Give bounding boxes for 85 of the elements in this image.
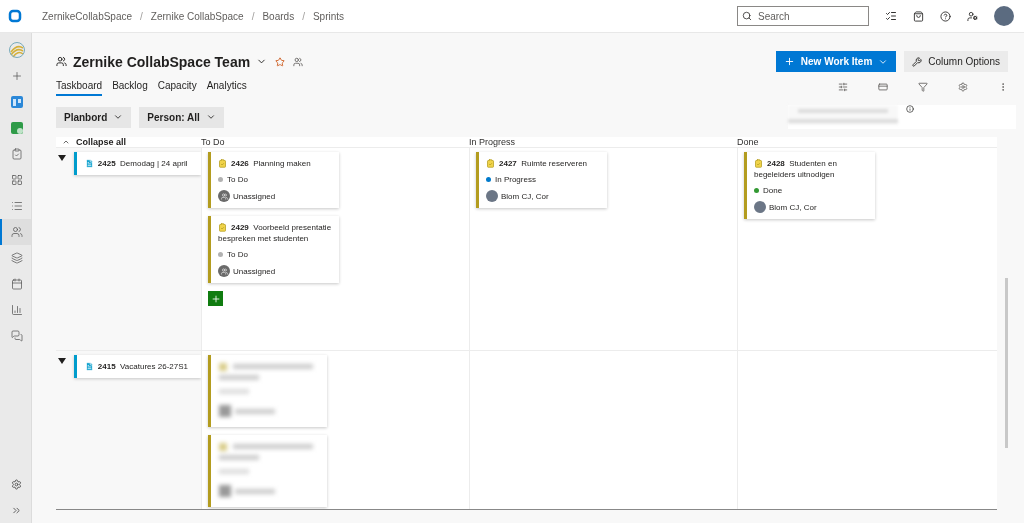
breadcrumb-separator: / (251, 10, 255, 22)
tab[interactable]: Capacity (157, 78, 197, 96)
task-card[interactable]: 2427 Ruimte reserveren In Progress Blom CJ, Cor (476, 152, 607, 208)
task-card[interactable]: 2428 Studenten en begeleiders uitnodigen Done Blom CJ, Cor (744, 152, 875, 219)
expand-triangle-icon[interactable] (58, 357, 66, 365)
chevron-icon (113, 112, 124, 122)
card-status: To Do (218, 175, 334, 184)
task-clipboard-icon (218, 159, 227, 168)
breadcrumb-link[interactable]: Zernike CollabSpace (150, 10, 244, 22)
nav-icon[interactable] (10, 330, 23, 342)
project-logo-icon[interactable] (8, 42, 25, 58)
breadcrumb-link[interactable]: Sprints (312, 10, 345, 22)
card-assignee: Unassigned (218, 190, 334, 202)
card-title: 2427 Ruimte reserveren (486, 158, 602, 169)
column-header: In Progress (469, 137, 517, 147)
column-header: Done (737, 137, 760, 147)
expand-triangle-icon[interactable] (58, 154, 66, 162)
card-assignee: Blom CJ, Cor (754, 201, 870, 213)
avatar (754, 201, 766, 213)
filter-icon[interactable] (918, 82, 928, 92)
column-options-button[interactable]: Column Options (904, 51, 1008, 72)
breadcrumb-link[interactable]: ZernikeCollabSpace (42, 10, 133, 22)
card-assignee: Unassigned (218, 265, 334, 277)
nav-icon[interactable] (10, 200, 23, 212)
logo-icon[interactable] (8, 9, 22, 23)
card-status: To Do (218, 250, 334, 259)
unassigned-avatar-icon (218, 190, 230, 202)
filter-dropdown[interactable]: Planbord (56, 106, 132, 128)
wrench-icon (912, 56, 923, 67)
settings-icon[interactable] (11, 478, 22, 490)
breadcrumb-link[interactable]: Boards (262, 10, 295, 22)
chevron-icon (205, 112, 216, 122)
unassigned-avatar-icon (218, 265, 230, 277)
new-work-item-button[interactable]: New Work Item (775, 51, 897, 72)
task-list-icon[interactable] (885, 10, 897, 22)
card-status: Done (754, 186, 870, 195)
task-clipboard-icon (486, 159, 495, 168)
nav-icon[interactable] (10, 226, 23, 238)
add-task-button[interactable] (208, 291, 223, 306)
avatar (486, 190, 498, 202)
user-settings-icon[interactable] (967, 10, 978, 22)
plus-icon (783, 56, 795, 67)
tab[interactable]: Analytics (206, 78, 247, 96)
shopping-bag-icon[interactable] (913, 10, 924, 22)
card-title: 2426 Planning maken (218, 158, 334, 169)
plus-icon (210, 293, 221, 304)
card-assignee: Blom CJ, Cor (486, 190, 602, 202)
test-plans-icon[interactable] (9, 121, 24, 135)
card-status: In Progress (486, 175, 602, 184)
settings-icon[interactable] (958, 82, 968, 92)
card-title: 2428 Studenten en begeleiders uitnodigen (754, 158, 838, 180)
document-icon (84, 159, 94, 168)
task-card[interactable]: 2426 Planning maken To Do Unassigned (208, 152, 339, 208)
nav-icon[interactable] (10, 148, 23, 160)
document-icon (84, 362, 94, 371)
task-clipboard-icon (754, 159, 763, 168)
parent-card[interactable]: 2425 Demodag | 24 april (73, 152, 201, 175)
card-icon[interactable] (878, 82, 888, 92)
help-icon[interactable] (940, 10, 951, 22)
task-card[interactable]: 2429 Voorbeeld presentatie bespreken met studenten To Do Unassigned (208, 216, 339, 283)
parent-card[interactable]: 2415 Vacatures 26-27S1 (73, 355, 201, 378)
team-icon (56, 56, 67, 67)
breadcrumb-separator: / (302, 10, 305, 22)
info-icon[interactable] (906, 105, 914, 113)
sliders-icon[interactable] (838, 82, 848, 92)
nav-icon[interactable] (10, 304, 23, 316)
search-field[interactable]: Search (737, 6, 869, 26)
card-title: 2429 Voorbeeld presentatie bespreken met studenten (218, 222, 333, 244)
collapse-all-button[interactable]: Collapse all (56, 137, 201, 147)
task-clipboard-icon (218, 223, 227, 232)
team-name[interactable]: Zernike CollabSpace Team (73, 53, 251, 70)
team-members-icon[interactable] (293, 56, 304, 67)
nav-icon[interactable] (10, 252, 23, 264)
user-avatar[interactable] (994, 6, 1014, 26)
chevron-up-icon (62, 138, 70, 146)
tab[interactable]: Backlog (112, 78, 148, 96)
nav-icon[interactable] (10, 278, 23, 290)
breadcrumb-separator: / (140, 10, 143, 22)
column-header: To Do (201, 137, 226, 147)
favorite-star-icon[interactable] (275, 56, 286, 67)
filter-dropdown[interactable]: Person: All (139, 106, 224, 128)
nav-icon[interactable] (10, 70, 23, 82)
tab[interactable]: Taskboard (56, 78, 103, 96)
nav-icon[interactable] (10, 174, 23, 186)
boards-icon[interactable] (9, 95, 24, 109)
